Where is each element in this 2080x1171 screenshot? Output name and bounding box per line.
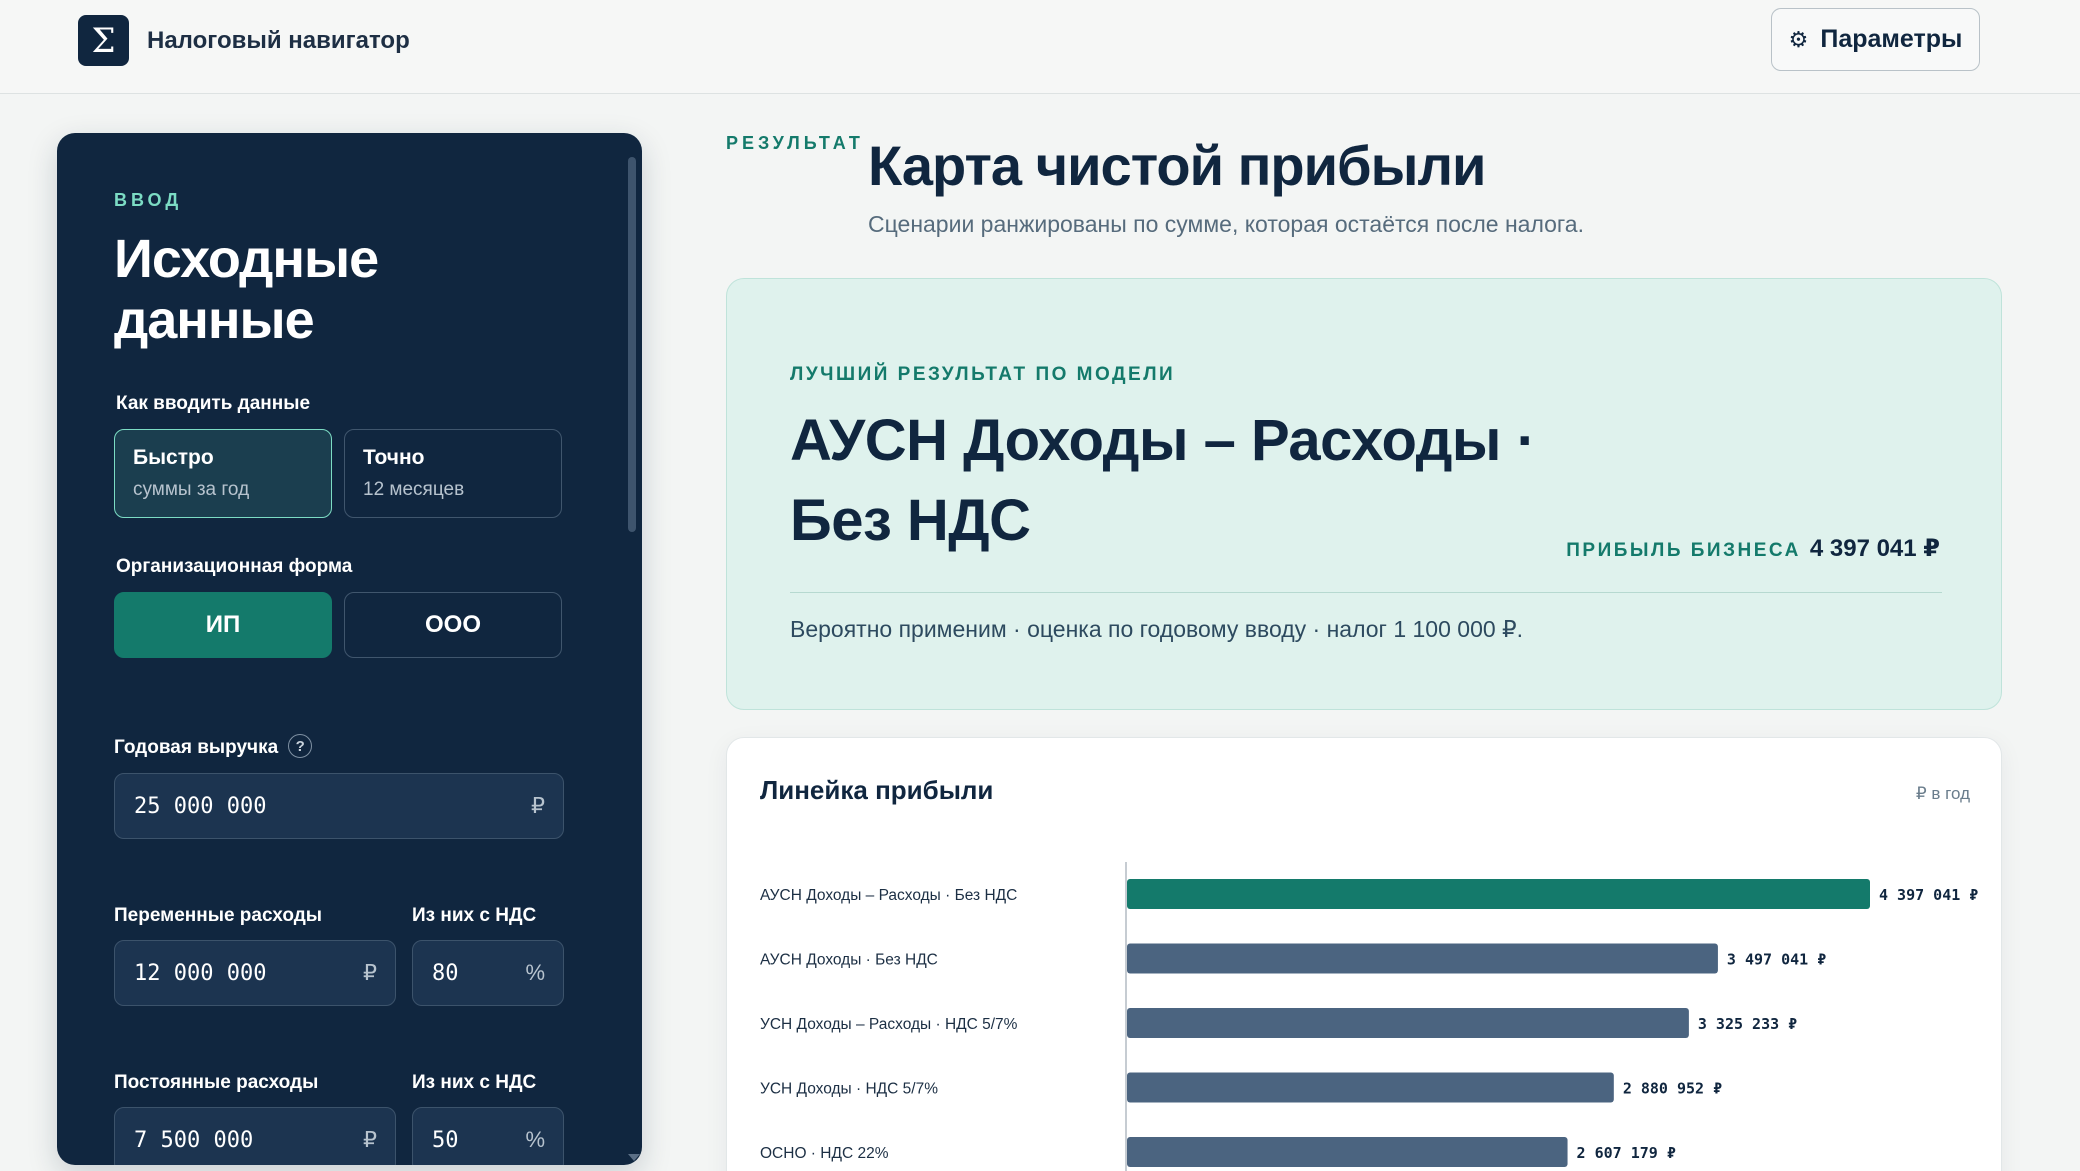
help-icon[interactable]: ? <box>288 734 313 758</box>
ruble-unit: ₽ <box>363 1127 377 1152</box>
panel-scrollbar[interactable] <box>628 157 636 1157</box>
gear-icon: ⚙ <box>1788 26 1809 52</box>
best-profit-value: 4 397 041 ₽ <box>1809 535 1940 562</box>
bar-category-label: АУСН Доходы – Расходы · Без НДС <box>760 887 1017 904</box>
bar-category-label: ОСНО · НДС 22% <box>760 1145 889 1162</box>
panel-scrollbar-thumb[interactable] <box>628 157 636 532</box>
ruble-unit: ₽ <box>531 793 545 818</box>
bar-category-label: УСН Доходы · НДС 5/7% <box>760 1081 938 1098</box>
revenue-label: Годовая выручка? <box>114 734 313 760</box>
ruble-unit: ₽ <box>363 960 377 985</box>
mode-quick-button[interactable]: Быстро суммы за год <box>114 429 332 518</box>
revenue-input[interactable]: 25 000 000 ₽ <box>114 773 564 839</box>
mode-precise-subtitle: 12 месяцев <box>363 479 465 500</box>
best-result-eyebrow: ЛУЧШИЙ РЕЗУЛЬТАТ ПО МОДЕЛИ <box>790 364 1176 385</box>
scroll-down-arrow-icon[interactable] <box>628 1154 640 1161</box>
variable-costs-value: 12 000 000 <box>134 960 267 986</box>
percent-unit: % <box>525 1127 545 1152</box>
variable-costs-input[interactable]: 12 000 000 ₽ <box>114 940 396 1006</box>
mode-precise-button[interactable]: Точно 12 месяцев <box>344 429 562 518</box>
parameters-button-label: Параметры <box>1820 25 1963 53</box>
mode-quick-subtitle: суммы за год <box>133 479 250 500</box>
mode-precise-title: Точно <box>363 446 425 469</box>
bar-category-label: АУСН Доходы · Без НДС <box>760 952 938 969</box>
mode-quick-title: Быстро <box>133 446 214 469</box>
bar-value-label: 3 497 041 ₽ <box>1727 951 1826 969</box>
best-result-note: Вероятно применим · оценка по годовому в… <box>790 616 1524 642</box>
variable-costs-label: Переменные расходы <box>114 905 323 926</box>
bar-value-label: 3 325 233 ₽ <box>1698 1015 1797 1033</box>
best-profit-label: ПРИБЫЛЬ БИЗНЕСА <box>1566 540 1801 561</box>
fixed-vat-input[interactable]: 50 % <box>412 1107 564 1165</box>
variable-vat-input[interactable]: 80 % <box>412 940 564 1006</box>
variable-vat-label: Из них с НДС <box>412 905 537 926</box>
top-bar: Σ Налоговый навигатор ⚙ Параметры <box>0 0 2080 94</box>
input-mode-label: Как вводить данные <box>116 393 311 414</box>
fixed-vat-label: Из них с НДС <box>412 1072 537 1093</box>
best-regime-name: АУСН Доходы – Расходы · Без НДС <box>790 408 1536 553</box>
profit-bar[interactable] <box>1127 1137 1568 1167</box>
input-panel: ВВОД Исходные данные Как вводить данные … <box>57 133 642 1165</box>
org-ip-button[interactable]: ИП <box>114 592 332 658</box>
profit-bar[interactable] <box>1127 943 1718 974</box>
profit-bar[interactable] <box>1127 1008 1689 1038</box>
bar-value-label: 2 607 179 ₽ <box>1577 1144 1676 1162</box>
profit-ruler-card: Линейка прибыли ₽ в год АУСН Доходы – Ра… <box>726 737 2002 1171</box>
revenue-label-text: Годовая выручка <box>114 737 279 759</box>
bar-value-label: 4 397 041 ₽ <box>1879 886 1978 904</box>
input-panel-title: Исходные данные <box>114 229 379 350</box>
org-ooo-button[interactable]: ООО <box>344 592 562 658</box>
sigma-logo-icon: Σ <box>78 15 129 66</box>
profit-bar[interactable] <box>1127 879 1870 909</box>
best-profit: ПРИБЫЛЬ БИЗНЕСА 4 397 041 ₽ <box>1566 534 1940 563</box>
fixed-costs-value: 7 500 000 <box>134 1127 254 1153</box>
page-subtitle: Сценарии ранжированы по сумме, которая о… <box>868 211 1584 237</box>
fixed-costs-input[interactable]: 7 500 000 ₽ <box>114 1107 396 1165</box>
fixed-vat-value: 50 <box>432 1127 459 1153</box>
page-title: Карта чистой прибыли <box>868 134 1486 197</box>
profit-bar[interactable] <box>1127 1072 1614 1103</box>
result-eyebrow: РЕЗУЛЬТАТ <box>726 133 864 153</box>
bar-category-label: УСН Доходы – Расходы · НДС 5/7% <box>760 1016 1018 1033</box>
fixed-costs-label: Постоянные расходы <box>114 1072 319 1093</box>
best-result-card: ЛУЧШИЙ РЕЗУЛЬТАТ ПО МОДЕЛИ АУСН Доходы –… <box>726 278 2002 710</box>
percent-unit: % <box>525 960 545 985</box>
bar-value-label: 2 880 952 ₽ <box>1623 1080 1722 1098</box>
variable-vat-value: 80 <box>432 960 459 986</box>
profit-bar-chart: АУСН Доходы – Расходы · Без НДС 4 397 041… <box>760 862 1978 1171</box>
divider <box>790 592 1942 593</box>
input-eyebrow: ВВОД <box>114 190 183 210</box>
org-form-label: Организационная форма <box>116 556 353 577</box>
app-title: Налоговый навигатор <box>147 27 410 54</box>
revenue-input-value: 25 000 000 <box>134 793 267 819</box>
parameters-button[interactable]: ⚙ Параметры <box>1771 8 1980 71</box>
